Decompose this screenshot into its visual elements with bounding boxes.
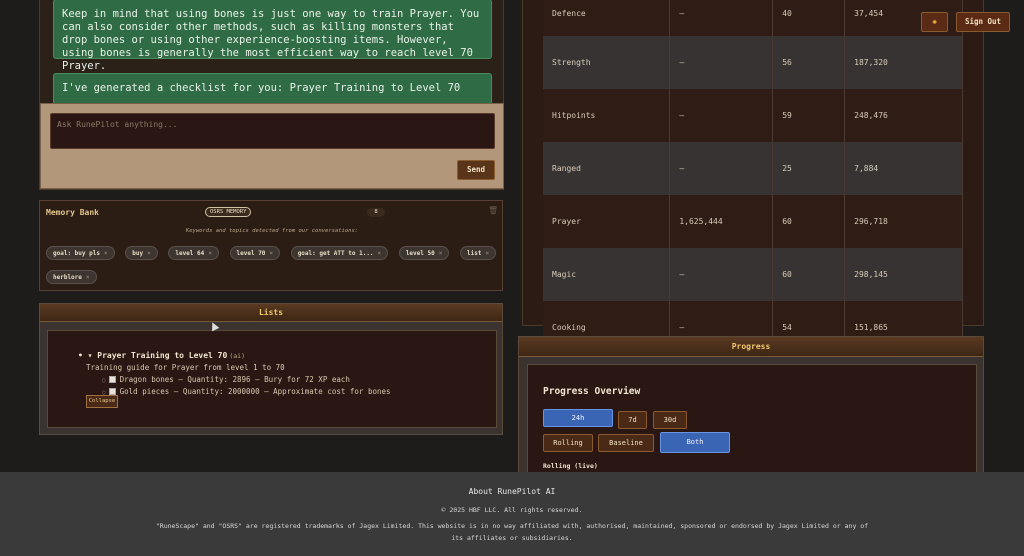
memory-chip[interactable]: goal: buy pls × <box>46 246 115 260</box>
rolling-live-label: Rolling (live) <box>543 462 598 470</box>
range-7d-button[interactable]: 7d <box>618 411 647 429</box>
memory-bank-panel: Memory Bank OSRS MEMORY 8 🗑 Keywords and… <box>39 200 503 291</box>
trash-icon[interactable]: 🗑 <box>488 206 498 215</box>
range-24h-button[interactable]: 24h <box>543 409 613 427</box>
ai-tag: (ai) <box>229 352 245 360</box>
theme-toggle-button[interactable]: ✺ <box>921 12 948 32</box>
table-row: Magic —60 298,145 <box>543 248 963 301</box>
table-row: Hitpoints —59 248,476 <box>543 89 963 142</box>
progress-body: Progress Overview 24h 7d 30d Rolling Bas… <box>527 364 977 472</box>
memory-chip[interactable]: level 70 × <box>229 246 281 260</box>
trademark-text: "RuneScape" and "OSRS" are registered tr… <box>155 522 869 542</box>
lists-panel: Lists • ▾ Prayer Training to Level 70 (ai… <box>39 303 503 435</box>
remove-chip-icon[interactable]: × <box>378 250 382 257</box>
table-row: Ranged —25 7,884 <box>543 142 963 195</box>
sign-out-button[interactable]: Sign Out <box>956 12 1010 32</box>
range-30d-button[interactable]: 30d <box>653 411 687 429</box>
skills-table: Defence —40 37,454 Strength —56 187,320 Hitp… <box>543 0 963 354</box>
memory-subtitle: Keywords and topics detected from our co… <box>185 228 359 234</box>
memory-chip[interactable]: level 64 × <box>168 246 219 260</box>
checkbox[interactable] <box>108 388 116 395</box>
table-row: Prayer 1,625,444 60 296,718 <box>543 195 963 248</box>
list-item: ○ Dragon bones — Quantity: 2896 — Bury fo… <box>102 375 350 384</box>
remove-chip-icon[interactable]: × <box>485 250 489 257</box>
progress-header: Progress <box>519 337 983 357</box>
sun-icon: ✺ <box>932 17 937 26</box>
memory-chip[interactable]: buy × <box>125 246 158 260</box>
list-description: Training guide for Prayer from level 1 t… <box>86 363 285 372</box>
table-row: Strength —56 187,320 <box>543 36 963 89</box>
lists-header: Lists <box>40 304 502 322</box>
assistant-message: Keep in mind that using bones is just on… <box>53 0 492 72</box>
app-page: Keep in mind that using bones is just on… <box>0 0 1024 472</box>
remove-chip-icon[interactable]: × <box>269 250 273 257</box>
about-link[interactable]: About RunePilot AI <box>0 487 1024 496</box>
chat-composer: Ask RunePilot anything... Send <box>40 103 504 189</box>
memory-chip[interactable]: goal: get ATT to 1... × <box>290 246 389 260</box>
mode-rolling-button[interactable]: Rolling <box>543 434 593 452</box>
memory-bank-title: Memory Bank <box>46 208 99 217</box>
memory-count-badge: 8 <box>367 208 385 217</box>
memory-chip[interactable]: list × <box>459 246 497 260</box>
site-footer: About RunePilot AI © 2025 HBF LLC. All r… <box>0 472 1024 556</box>
skills-panel: Defence —40 37,454 Strength —56 187,320 Hitp… <box>522 0 984 354</box>
list-item: ○ Gold pieces — Quantity: 2000000 — Appro… <box>102 387 391 396</box>
memory-chips: goal: buy pls × buy × level 64 × level 70 × … <box>46 240 498 288</box>
memory-chip[interactable]: herblore × <box>46 270 97 284</box>
send-button[interactable]: Send <box>457 160 495 180</box>
remove-chip-icon[interactable]: × <box>104 250 108 257</box>
progress-overview-title: Progress Overview <box>543 386 641 397</box>
memory-chip[interactable]: level 50 × <box>398 246 450 260</box>
progress-panel: Progress Progress Overview 24h 7d 30d Ro… <box>518 336 984 472</box>
collapse-button[interactable]: Collapse <box>86 395 118 408</box>
remove-chip-icon[interactable]: × <box>147 250 151 257</box>
list-title[interactable]: • ▾ Prayer Training to Level 70 (ai) <box>78 351 245 360</box>
table-row: Defence —40 37,454 <box>543 0 963 36</box>
mode-baseline-button[interactable]: Baseline <box>598 434 654 452</box>
chat-input[interactable]: Ask RunePilot anything... <box>50 113 495 149</box>
mode-both-button[interactable]: Both <box>660 432 730 453</box>
checkbox[interactable] <box>108 376 116 383</box>
lists-body: • ▾ Prayer Training to Level 70 (ai) Trai… <box>47 330 497 428</box>
remove-chip-icon[interactable]: × <box>208 250 212 257</box>
bullet-icon: ○ <box>102 377 106 384</box>
copyright-text: © 2025 HBF LLC. All rights reserved. <box>441 506 583 514</box>
remove-chip-icon[interactable]: × <box>439 250 443 257</box>
osrs-memory-badge: OSRS MEMORY <box>205 207 252 217</box>
remove-chip-icon[interactable]: × <box>86 274 90 281</box>
